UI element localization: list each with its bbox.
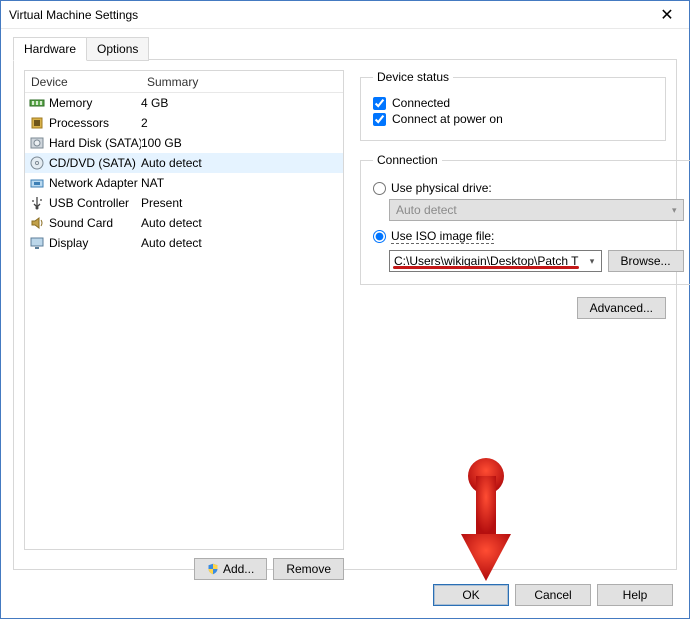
device-label: Hard Disk (SATA) bbox=[49, 136, 141, 150]
browse-button[interactable]: Browse... bbox=[608, 250, 684, 272]
device-label: CD/DVD (SATA) bbox=[49, 156, 136, 170]
dialog-window: Virtual Machine Settings ✕ Hardware Opti… bbox=[0, 0, 690, 619]
connection-group: Connection Use physical drive: Auto dete… bbox=[360, 153, 690, 285]
list-item[interactable]: Network Adapter NAT bbox=[25, 173, 343, 193]
device-label: Display bbox=[49, 236, 88, 250]
cancel-button[interactable]: Cancel bbox=[515, 584, 591, 606]
device-summary: Auto detect bbox=[141, 216, 343, 230]
iso-path-combobox[interactable]: C:\Users\wikigain\Desktop\Patch T ▾ bbox=[389, 250, 602, 272]
physical-drive-select: Auto detect ▾ bbox=[389, 199, 684, 221]
device-summary: Auto detect bbox=[141, 156, 343, 170]
cddvd-icon bbox=[29, 155, 45, 171]
column-header-summary[interactable]: Summary bbox=[141, 75, 343, 89]
device-summary: 4 GB bbox=[141, 96, 343, 110]
processor-icon bbox=[29, 115, 45, 131]
device-summary: 2 bbox=[141, 116, 343, 130]
right-column: Device status Connected Connect at power… bbox=[360, 70, 666, 319]
connect-poweron-label: Connect at power on bbox=[392, 112, 503, 126]
connect-poweron-checkbox-row[interactable]: Connect at power on bbox=[373, 112, 653, 126]
help-button[interactable]: Help bbox=[597, 584, 673, 606]
harddisk-icon bbox=[29, 135, 45, 151]
chevron-down-icon[interactable]: ▾ bbox=[583, 251, 601, 271]
list-item[interactable]: Memory 4 GB bbox=[25, 93, 343, 113]
group-title: Connection bbox=[373, 153, 442, 167]
iso-label: Use ISO image file: bbox=[391, 229, 494, 244]
chevron-down-icon: ▾ bbox=[672, 205, 677, 216]
list-header: Device Summary bbox=[25, 71, 343, 93]
list-item[interactable]: USB Controller Present bbox=[25, 193, 343, 213]
device-status-group: Device status Connected Connect at power… bbox=[360, 70, 666, 141]
window-title: Virtual Machine Settings bbox=[9, 8, 138, 22]
physical-drive-label: Use physical drive: bbox=[391, 181, 492, 195]
usb-icon bbox=[29, 195, 45, 211]
connected-checkbox-row[interactable]: Connected bbox=[373, 96, 653, 110]
network-icon bbox=[29, 175, 45, 191]
connected-label: Connected bbox=[392, 96, 450, 110]
list-item[interactable]: CD/DVD (SATA) Auto detect bbox=[25, 153, 343, 173]
dialog-buttons: OK Cancel Help bbox=[433, 584, 673, 606]
tab-hardware[interactable]: Hardware bbox=[13, 37, 87, 61]
close-icon[interactable]: ✕ bbox=[645, 1, 689, 29]
iso-row: C:\Users\wikigain\Desktop\Patch T ▾ Brow… bbox=[389, 250, 684, 272]
titlebar: Virtual Machine Settings ✕ bbox=[1, 1, 689, 29]
device-summary: NAT bbox=[141, 176, 343, 190]
display-icon bbox=[29, 235, 45, 251]
memory-icon bbox=[29, 95, 45, 111]
iso-radio[interactable] bbox=[373, 230, 386, 243]
group-title: Device status bbox=[373, 70, 453, 84]
add-button[interactable]: Add... bbox=[194, 558, 267, 580]
advanced-button[interactable]: Advanced... bbox=[577, 297, 666, 319]
list-item[interactable]: Display Auto detect bbox=[25, 233, 343, 253]
device-label: Memory bbox=[49, 96, 92, 110]
device-buttons: Add... Remove bbox=[24, 558, 344, 580]
physical-drive-radio-row[interactable]: Use physical drive: bbox=[373, 181, 684, 195]
tab-options[interactable]: Options bbox=[86, 37, 149, 61]
ok-button[interactable]: OK bbox=[433, 584, 509, 606]
remove-button[interactable]: Remove bbox=[273, 558, 344, 580]
tab-panel: Device Summary Memory 4 GB Processors 2 … bbox=[13, 59, 677, 570]
device-label: Network Adapter bbox=[49, 176, 138, 190]
shield-icon bbox=[207, 563, 219, 575]
list-item[interactable]: Sound Card Auto detect bbox=[25, 213, 343, 233]
list-item[interactable]: Hard Disk (SATA) 100 GB bbox=[25, 133, 343, 153]
device-label: USB Controller bbox=[49, 196, 129, 210]
device-list: Device Summary Memory 4 GB Processors 2 … bbox=[24, 70, 344, 550]
device-summary: 100 GB bbox=[141, 136, 343, 150]
column-header-device[interactable]: Device bbox=[25, 75, 141, 89]
device-summary: Present bbox=[141, 196, 343, 210]
iso-radio-row[interactable]: Use ISO image file: bbox=[373, 229, 684, 244]
connected-checkbox[interactable] bbox=[373, 97, 386, 110]
device-label: Processors bbox=[49, 116, 109, 130]
device-summary: Auto detect bbox=[141, 236, 343, 250]
physical-drive-radio[interactable] bbox=[373, 182, 386, 195]
tab-strip: Hardware Options bbox=[13, 37, 148, 61]
device-label: Sound Card bbox=[49, 216, 113, 230]
list-item[interactable]: Processors 2 bbox=[25, 113, 343, 133]
connect-poweron-checkbox[interactable] bbox=[373, 113, 386, 126]
sound-icon bbox=[29, 215, 45, 231]
left-column: Device Summary Memory 4 GB Processors 2 … bbox=[24, 70, 344, 559]
highlight-annotation bbox=[393, 266, 579, 269]
